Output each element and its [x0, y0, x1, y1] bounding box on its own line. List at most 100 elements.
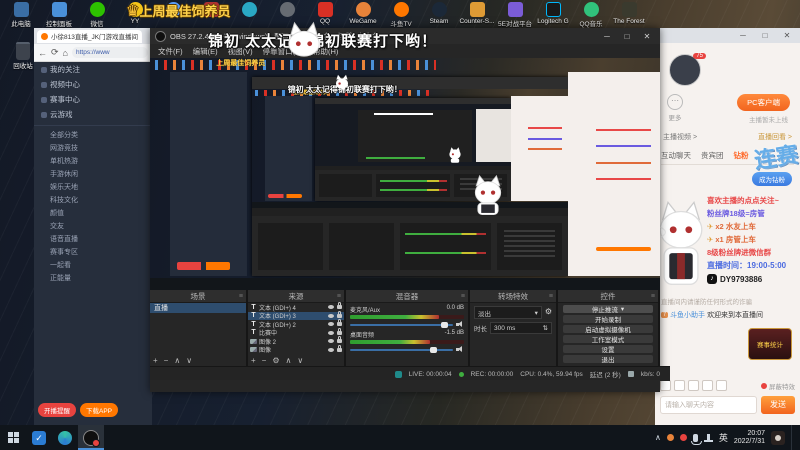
- visibility-icon[interactable]: [328, 305, 334, 310]
- visibility-icon[interactable]: [328, 313, 334, 318]
- refresh-icon[interactable]: ⟳: [51, 47, 59, 58]
- visibility-icon[interactable]: [328, 322, 334, 327]
- tab-chat[interactable]: 互动聊天: [661, 150, 691, 161]
- obs-maximize-button[interactable]: □: [619, 32, 635, 41]
- remove-scene-button[interactable]: −: [164, 356, 169, 365]
- chat-username[interactable]: 斗鱼小助手: [670, 310, 705, 320]
- taskbar-app-obs[interactable]: [78, 425, 104, 450]
- remind-button[interactable]: 开播提醒: [38, 403, 76, 417]
- virtual-camera-button[interactable]: 启动虚拟摄像机: [563, 324, 653, 334]
- sidebar-item-follow[interactable]: 我的关注: [34, 62, 152, 77]
- category-item[interactable]: 网游竞技: [34, 141, 152, 154]
- chat-input[interactable]: 请输入聊天内容: [660, 396, 757, 414]
- source-up-button[interactable]: ∧: [286, 356, 292, 365]
- taskbar-app-edge[interactable]: [52, 425, 78, 450]
- studio-mode-button[interactable]: 工作室模式: [563, 334, 653, 344]
- source-item[interactable]: T 文本 (GDI+) 4: [248, 302, 344, 312]
- spinner-icon[interactable]: ⇅: [543, 324, 548, 332]
- desktop-icon-counter-strike[interactable]: Counter-S...: [458, 2, 496, 28]
- join-fans-button[interactable]: 成为钻粉: [752, 172, 792, 186]
- lock-icon[interactable]: [337, 302, 342, 310]
- sidebar-item-cloudgame[interactable]: 云游戏: [34, 107, 152, 122]
- gift-icon[interactable]: [674, 380, 685, 391]
- browser-tab[interactable]: 小徐813直播_JK门游戏直播间: [37, 29, 143, 43]
- source-item[interactable]: 图像 2: [248, 336, 344, 346]
- category-item[interactable]: 娱乐天地: [34, 180, 152, 193]
- scene-up-button[interactable]: ∧: [174, 356, 180, 365]
- visibility-icon[interactable]: [328, 330, 334, 335]
- source-down-button[interactable]: ∨: [297, 356, 303, 365]
- source-item-selected[interactable]: T 文本 (GDI+) 3: [248, 310, 344, 320]
- obs-preview-canvas[interactable]: 上周最佳饲养员 锦初 太太记得锦初联赛打下哟！ 上周最佳饲养员: [150, 58, 660, 290]
- source-properties-button[interactable]: ⚙: [272, 356, 279, 365]
- scene-item[interactable]: 直播: [150, 303, 246, 313]
- source-item[interactable]: 图像: [248, 344, 344, 354]
- browser-maximize-button[interactable]: □: [757, 31, 773, 40]
- back-icon[interactable]: ←: [38, 48, 47, 58]
- more-tools-icon[interactable]: [716, 380, 727, 391]
- emoticon-icon[interactable]: [660, 380, 671, 391]
- speaker-icon[interactable]: [456, 321, 464, 328]
- desktop-icon-the-forest[interactable]: The Forest: [610, 2, 648, 28]
- desktop-icon-5e[interactable]: 5E对战平台: [496, 2, 534, 28]
- microphone-tray-icon[interactable]: [690, 433, 702, 445]
- category-item[interactable]: 颜值: [34, 206, 152, 219]
- category-item[interactable]: 手游休闲: [34, 167, 152, 180]
- stop-streaming-button[interactable]: 停止推流 ▾: [563, 304, 653, 314]
- send-button[interactable]: 发送: [761, 396, 795, 414]
- ime-indicator[interactable]: 英: [719, 431, 728, 444]
- obs-close-button[interactable]: ✕: [639, 32, 655, 41]
- block-effects-toggle[interactable]: 屏蔽特效: [761, 381, 795, 391]
- image-icon[interactable]: [688, 380, 699, 391]
- obs-minimize-button[interactable]: ─: [599, 32, 615, 41]
- category-item[interactable]: 科技文化: [34, 193, 152, 206]
- start-button[interactable]: [0, 425, 26, 450]
- category-all[interactable]: 全部分类: [34, 128, 152, 141]
- notification-icon[interactable]: [771, 430, 785, 445]
- pc-client-button[interactable]: PC客户端: [737, 94, 790, 111]
- source-item[interactable]: T 比赛中: [248, 327, 344, 337]
- scene-down-button[interactable]: ∨: [186, 356, 192, 365]
- streamer-avatar[interactable]: 75: [669, 53, 706, 86]
- category-item[interactable]: 一起看: [34, 258, 152, 271]
- add-source-button[interactable]: +: [251, 356, 256, 365]
- speaker-icon[interactable]: [456, 346, 464, 353]
- desktop-icon-app7[interactable]: [230, 2, 268, 28]
- desktop-volume-slider[interactable]: [350, 346, 453, 353]
- menu-file[interactable]: 文件(F): [154, 46, 187, 57]
- taskbar-clock[interactable]: 20:07 2022/7/31: [734, 430, 765, 446]
- address-bar[interactable]: https://www: [71, 47, 148, 58]
- browser-minimize-button[interactable]: ─: [735, 31, 751, 40]
- streamer-video-link[interactable]: 主播视频 >: [663, 132, 697, 142]
- category-item[interactable]: 语音直播: [34, 232, 152, 245]
- desktop-icon-control-panel[interactable]: 控制面板: [40, 2, 78, 28]
- category-item[interactable]: 正能量: [34, 271, 152, 284]
- transition-select[interactable]: 淡出 ▾: [474, 306, 542, 319]
- visibility-icon[interactable]: [328, 339, 334, 344]
- sidebar-item-esports[interactable]: 赛事中心: [34, 92, 152, 107]
- mic-volume-slider[interactable]: [350, 321, 453, 328]
- start-recording-button[interactable]: 开始录制: [563, 314, 653, 324]
- more-menu[interactable]: ⋯ 更多: [667, 94, 683, 122]
- browser-close-button[interactable]: ✕: [779, 31, 795, 40]
- lock-icon[interactable]: [337, 310, 342, 318]
- download-app-button[interactable]: 下载APP: [80, 403, 119, 417]
- add-scene-button[interactable]: +: [153, 356, 158, 365]
- show-desktop-button[interactable]: [791, 425, 796, 450]
- tab-vip[interactable]: 贵宾团: [701, 150, 724, 161]
- tray-expand-icon[interactable]: ∧: [655, 433, 661, 442]
- recording-tray-icon[interactable]: [679, 434, 687, 441]
- lock-icon[interactable]: [337, 336, 342, 344]
- desktop-icon-douyutv[interactable]: 斗鱼TV: [382, 2, 420, 28]
- exit-button[interactable]: 退出: [563, 354, 653, 364]
- lock-icon[interactable]: [337, 344, 342, 352]
- taskbar-app-1[interactable]: ✓: [26, 425, 52, 450]
- lock-icon[interactable]: [337, 327, 342, 335]
- hot-icon[interactable]: [702, 380, 713, 391]
- source-item[interactable]: T 文本 (GDI+) 2: [248, 319, 344, 329]
- tab-diamond-fans[interactable]: 钻粉: [734, 150, 749, 161]
- transition-duration-input[interactable]: 300 ms ⇅: [490, 322, 552, 334]
- category-item[interactable]: 交友: [34, 219, 152, 232]
- home-icon[interactable]: ⌂: [63, 48, 68, 58]
- sidebar-item-video[interactable]: 视频中心: [34, 77, 152, 92]
